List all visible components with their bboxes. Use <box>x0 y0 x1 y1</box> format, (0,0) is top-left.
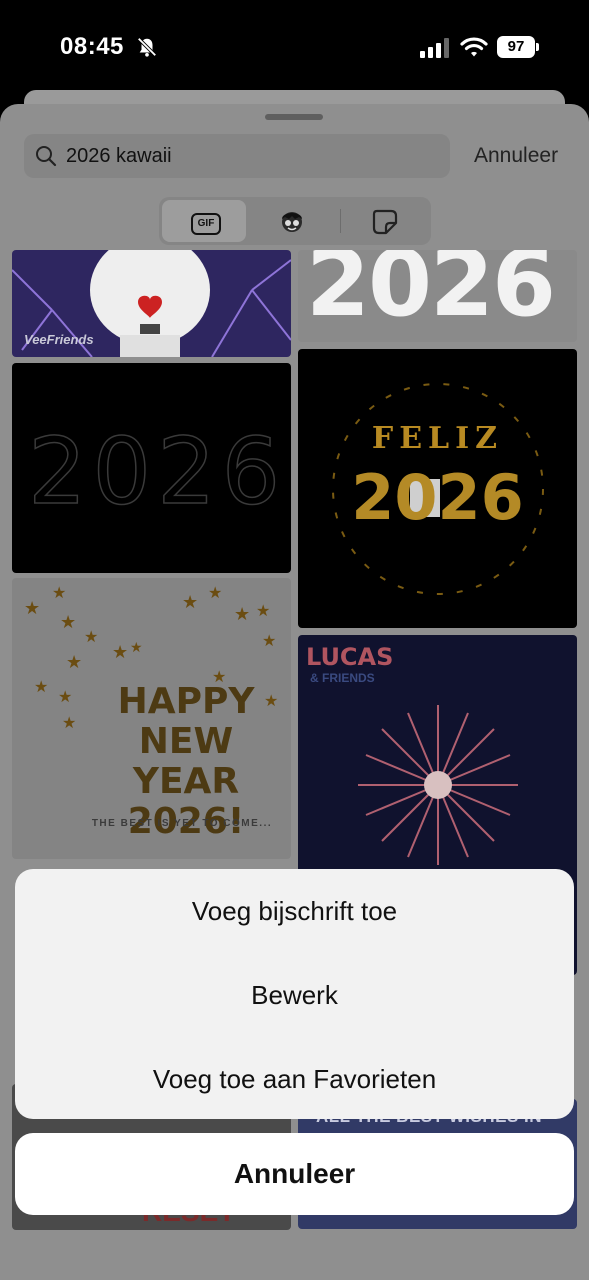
svg-text:★: ★ <box>262 633 276 650</box>
status-bar: 08:45 97 <box>0 0 589 90</box>
svg-text:★: ★ <box>34 679 48 696</box>
svg-text:★: ★ <box>112 642 128 662</box>
add-to-favorites-button[interactable]: Voeg toe aan Favorieten <box>15 1037 574 1119</box>
gif-text: HAPPY <box>117 681 255 722</box>
gif-text: 2026 <box>27 417 287 526</box>
bell-slash-icon <box>137 37 157 57</box>
clock-time: 08:45 <box>60 33 124 60</box>
gif-logo: LUCAS <box>306 643 394 671</box>
add-caption-button[interactable]: Voeg bijschrift toe <box>15 869 574 953</box>
action-sheet: Voeg bijschrift toe Bewerk Voeg toe aan … <box>15 869 574 1119</box>
gif-text: 2026 <box>351 461 524 534</box>
svg-text:★: ★ <box>84 629 98 646</box>
search-query: 2026 kawaii <box>66 145 172 167</box>
gif-logo-sub: & FRIENDS <box>310 671 375 685</box>
svg-text:★: ★ <box>234 604 250 624</box>
wifi-icon <box>460 37 488 57</box>
gif-result[interactable]: FELIZ 2026 <box>298 349 577 628</box>
gif-text: NEW YEAR <box>132 721 240 802</box>
svg-text:★: ★ <box>62 715 76 732</box>
gif-caption: VeeFriends <box>24 332 94 347</box>
search-cancel-button[interactable]: Annuleer <box>474 144 558 168</box>
battery-tip <box>536 43 539 51</box>
tab-gif[interactable]: GIF <box>162 200 246 242</box>
svg-text:★: ★ <box>52 585 66 602</box>
avatar-face-icon[interactable] <box>279 208 305 234</box>
media-type-segmented-control: GIF <box>159 197 431 245</box>
cellular-signal-icon <box>420 38 449 58</box>
gif-result[interactable]: 2026 <box>12 363 291 573</box>
svg-text:★: ★ <box>130 639 143 655</box>
svg-text:★: ★ <box>66 652 82 672</box>
sticker-icon[interactable] <box>371 208 399 236</box>
gif-tab-icon: GIF <box>191 213 221 235</box>
edit-button[interactable]: Bewerk <box>15 953 574 1037</box>
svg-text:★: ★ <box>182 592 198 612</box>
gif-result[interactable]: 2026 <box>298 250 577 342</box>
svg-text:★: ★ <box>256 603 270 620</box>
sheet-grabber[interactable] <box>265 114 323 120</box>
svg-text:★: ★ <box>60 612 76 632</box>
gif-result[interactable]: VeeFriends <box>12 250 291 357</box>
svg-text:★: ★ <box>208 585 222 602</box>
search-icon <box>36 146 57 167</box>
gif-text: FELIZ <box>371 421 504 456</box>
gif-text: 2026 <box>306 250 556 337</box>
search-input[interactable]: 2026 kawaii <box>24 134 450 178</box>
gif-tagline: THE BEST IS YET TO COME... <box>91 818 273 829</box>
gif-result[interactable]: ★ ★ ★ ★ ★ ★ ★ ★ ★ ★ ★ ★ ★ ★ ★ ★ ★ HAPPY … <box>12 578 291 859</box>
svg-text:★: ★ <box>24 598 40 618</box>
cancel-button[interactable]: Annuleer <box>15 1133 574 1215</box>
segment-divider <box>340 209 341 233</box>
svg-text:★: ★ <box>58 689 72 706</box>
battery-icon: 97 <box>497 36 535 58</box>
